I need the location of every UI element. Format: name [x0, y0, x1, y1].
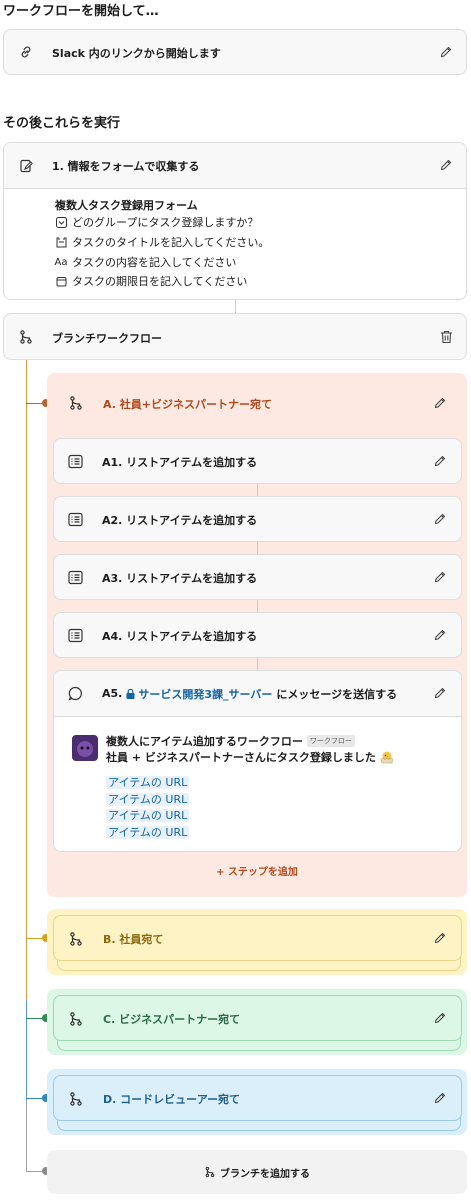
message-step-card[interactable]: A5. サービス開発3課_サーバー にメッセージを送信する 複数人にアイテム追加… — [53, 670, 462, 852]
message-step-prefix: A5. — [102, 687, 123, 700]
pencil-icon[interactable] — [433, 628, 447, 642]
bot-name-row: 複数人にアイテム追加するワークフロー ワークフロー — [106, 733, 355, 749]
list-item-step-card[interactable]: A3. リストアイテムを追加する — [53, 554, 462, 600]
form-field: どのグループにタスク登録しますか？ — [55, 214, 258, 230]
branch-icon — [68, 1091, 84, 1107]
branch-icon — [18, 329, 34, 345]
step-label: A2. リストアイテムを追加する — [102, 513, 258, 527]
branch-tree-line — [26, 1100, 27, 1172]
list-icon — [68, 570, 83, 585]
list-icon — [68, 512, 83, 527]
pencil-icon[interactable] — [433, 454, 447, 468]
message-icon — [68, 686, 83, 701]
branch-d-label: D. コードレビューアー宛て — [103, 1092, 241, 1106]
trigger-card[interactable]: Slack 内のリンクから開始します — [3, 29, 467, 75]
calendar-icon — [55, 276, 67, 287]
dropdown-icon — [55, 216, 67, 228]
pencil-icon[interactable] — [433, 931, 447, 945]
message-step-title: A5. サービス開発3課_サーバー にメッセージを送信する — [102, 685, 397, 702]
list-item-step-card[interactable]: A1. リストアイテムを追加する — [53, 438, 462, 484]
connector-line — [235, 300, 236, 313]
message-body: 社員 + ビジネスパートナーさんにタスク登録しました — [106, 751, 376, 764]
lock-icon — [126, 688, 135, 699]
list-icon — [68, 628, 83, 643]
pencil-icon[interactable] — [439, 158, 453, 172]
pencil-icon[interactable] — [433, 686, 447, 700]
branch-a-label[interactable]: A. 社員+ビジネスパートナー宛て — [103, 395, 272, 412]
branch-c-card[interactable]: C. ビジネスパートナー宛て — [53, 995, 462, 1041]
short-text-icon — [55, 237, 67, 248]
list-item-step-card[interactable]: A4. リストアイテムを追加する — [53, 612, 462, 658]
hatching-chick-icon — [380, 750, 394, 764]
branch-b-label: B. 社員宛て — [103, 932, 164, 946]
message-link: アイテムの URL — [106, 826, 190, 839]
channel-link[interactable]: サービス開発3課_サーバー — [138, 686, 272, 702]
step-label: A4. リストアイテムを追加する — [102, 629, 258, 643]
pencil-icon[interactable] — [433, 396, 447, 410]
trash-icon[interactable] — [440, 330, 453, 344]
pencil-icon[interactable] — [433, 512, 447, 526]
text-aa-icon: Aa — [54, 256, 68, 268]
step-label: A1. リストアイテムを追加する — [102, 455, 258, 469]
list-icon — [68, 454, 83, 469]
branch-c-label: C. ビジネスパートナー宛て — [103, 1012, 241, 1026]
branch-icon — [68, 931, 84, 947]
add-branch-label: ブランチを追加する — [220, 1168, 310, 1180]
branch-icon — [68, 1011, 84, 1027]
bot-name: 複数人にアイテム追加するワークフロー — [106, 735, 303, 748]
add-step-button[interactable]: + ステップを追加 — [47, 863, 467, 878]
message-step-suffix: にメッセージを送信する — [276, 687, 398, 701]
start-heading: ワークフローを開始して… — [3, 4, 159, 19]
add-branch-button[interactable]: ブランチを追加する — [47, 1150, 467, 1194]
message-body-row: 社員 + ビジネスパートナーさんにタスク登録しました — [106, 749, 394, 765]
list-item-step-card[interactable]: A2. リストアイテムを追加する — [53, 496, 462, 542]
then-heading: その後これらを実行 — [3, 116, 121, 131]
form-step-title: 1. 情報をフォームで収集する — [52, 159, 200, 173]
bot-avatar — [72, 735, 98, 761]
pencil-icon[interactable] — [439, 45, 453, 59]
link-icon — [18, 44, 34, 60]
branch-icon — [204, 1166, 216, 1178]
branch-d-card[interactable]: D. コードレビューアー宛て — [53, 1075, 462, 1121]
branch-b-card[interactable]: B. 社員宛て — [53, 915, 462, 961]
form-icon — [18, 158, 34, 174]
branch-workflow-card[interactable]: ブランチワークフロー — [3, 313, 467, 360]
branch-tree-line — [26, 1000, 27, 1100]
pencil-icon[interactable] — [433, 1011, 447, 1025]
form-title: 複数人タスク登録用フォーム — [55, 199, 198, 212]
branch-workflow-title: ブランチワークフロー — [52, 331, 162, 345]
bot-tag: ワークフロー — [306, 735, 355, 747]
pencil-icon[interactable] — [433, 570, 447, 584]
trigger-label: Slack 内のリンクから開始します — [52, 46, 221, 60]
form-field: タスクのタイトルを記入してください。 — [55, 234, 269, 250]
pencil-icon[interactable] — [433, 1091, 447, 1105]
branch-icon — [68, 395, 84, 411]
step-label: A3. リストアイテムを追加する — [102, 571, 258, 585]
form-field: Aa タスクの内容を記入してください — [54, 256, 237, 269]
form-field: タスクの期限日を記入してください — [55, 273, 247, 289]
